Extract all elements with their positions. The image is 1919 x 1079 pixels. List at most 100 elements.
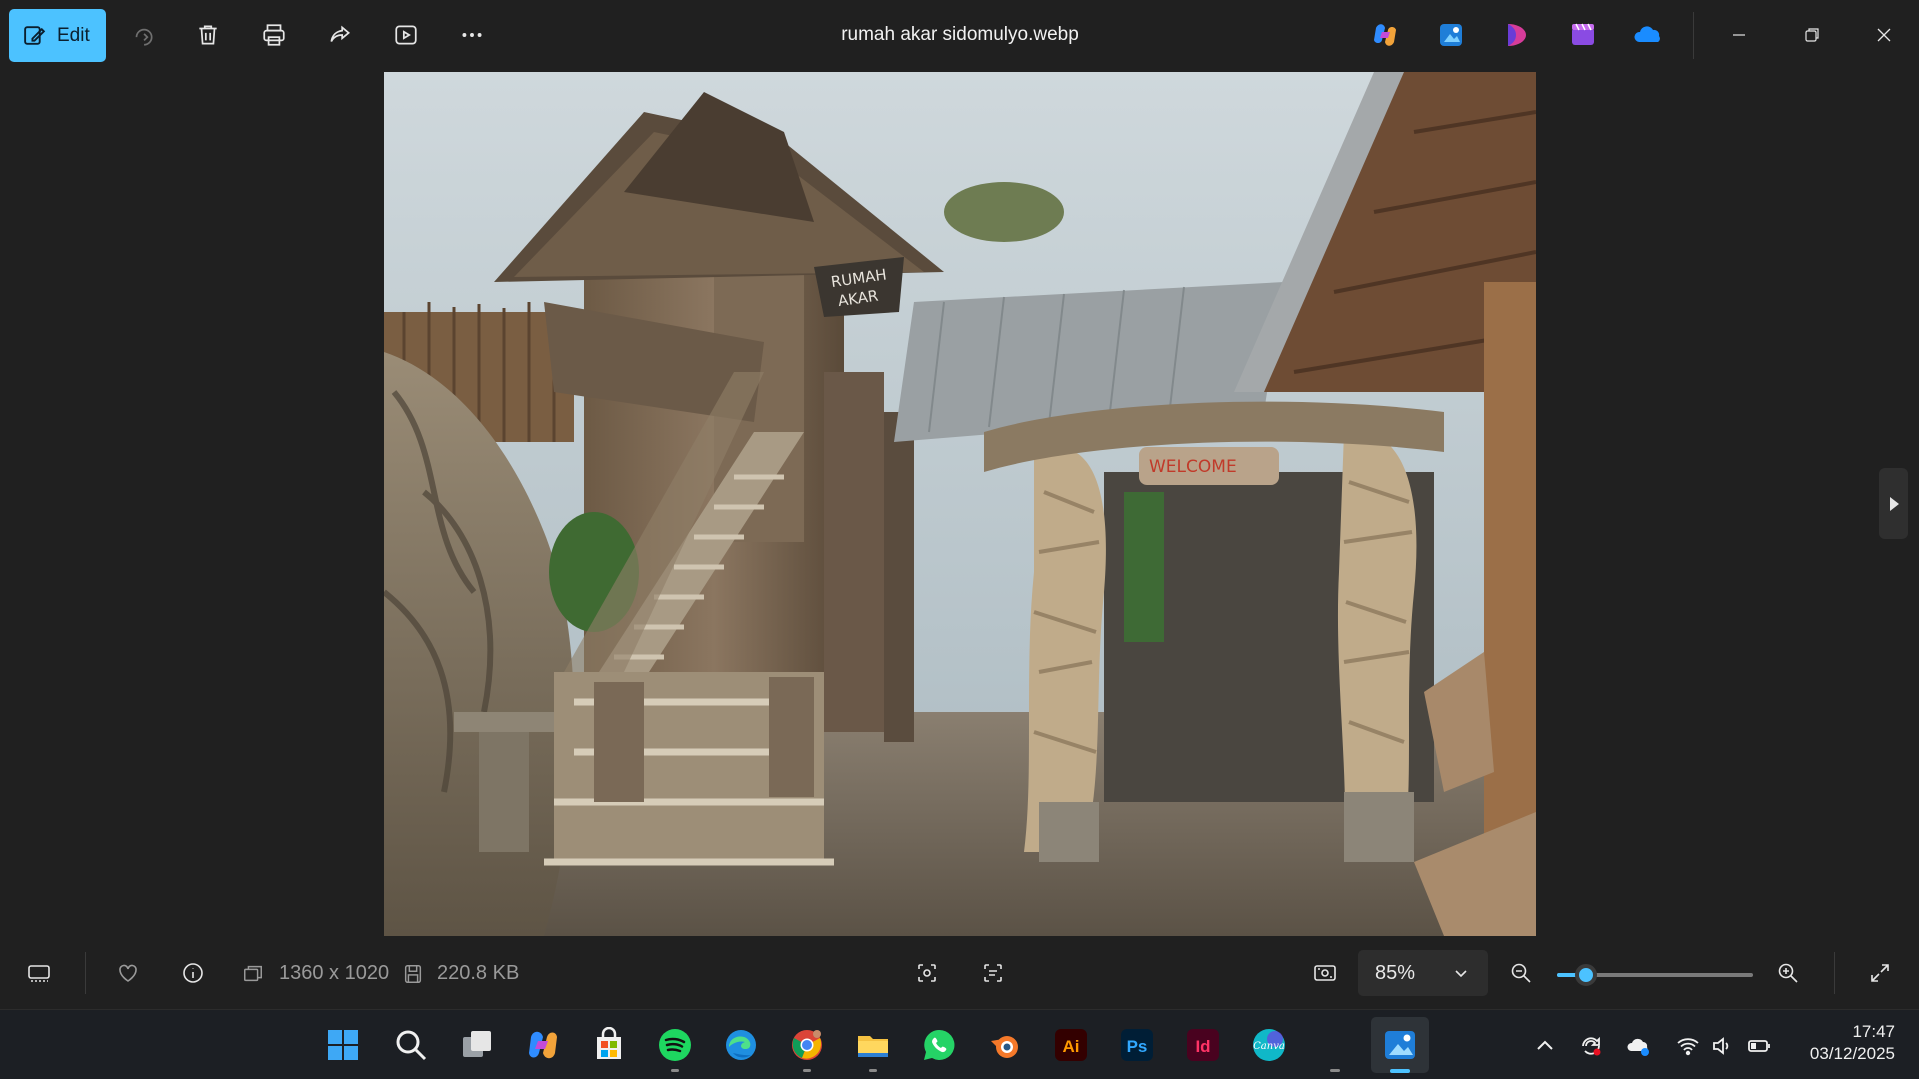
task-view-button[interactable]: [457, 1025, 497, 1065]
filmstrip-icon: [28, 965, 50, 982]
tray-onedrive[interactable]: [1625, 1032, 1653, 1060]
file-explorer-icon: [858, 1036, 888, 1057]
share-icon: [330, 25, 351, 42]
actual-size-button[interactable]: [1307, 955, 1343, 991]
tray-battery[interactable]: [1745, 1032, 1773, 1060]
taskbar-illustrator[interactable]: Ai: [1051, 1025, 1091, 1065]
visual-search-button[interactable]: [909, 955, 945, 991]
file-size: 220.8 KB: [437, 962, 520, 984]
text-scan-button[interactable]: [975, 955, 1011, 991]
show-hidden-icons-button[interactable]: [1531, 1032, 1559, 1060]
info-icon: [183, 963, 203, 983]
dimensions-icon: [244, 965, 262, 982]
close-button[interactable]: [1861, 15, 1907, 55]
zoom-slider-thumb[interactable]: [1575, 964, 1598, 986]
spotify-icon: [659, 1029, 691, 1061]
onedrive-icon[interactable]: [1634, 20, 1664, 50]
taskbar-edge[interactable]: [721, 1025, 761, 1065]
edit-label: Edit: [57, 24, 90, 46]
minimize-icon: [1733, 34, 1745, 36]
minimize-button[interactable]: [1716, 15, 1762, 55]
clock-date: 03/12/2025: [1809, 1044, 1895, 1063]
taskbar-chrome[interactable]: [787, 1025, 827, 1065]
print-icon: [263, 24, 285, 46]
clipchamp-icon[interactable]: [1568, 20, 1598, 50]
windows-start-icon: [328, 1030, 358, 1060]
edit-icon: [24, 26, 46, 45]
visual-search-icon: [918, 964, 936, 982]
taskbar-store[interactable]: [589, 1025, 629, 1065]
tray-sync[interactable]: [1577, 1032, 1605, 1060]
taskbar-spotify[interactable]: [655, 1025, 695, 1065]
slideshow-icon: [395, 25, 417, 45]
taskbar-indesign[interactable]: Id: [1183, 1025, 1223, 1065]
text-scan-icon: [984, 964, 1002, 982]
status-separator: [1834, 952, 1835, 994]
volume-icon: [1713, 1037, 1729, 1055]
share-button[interactable]: [320, 15, 360, 55]
delete-button[interactable]: [188, 15, 228, 55]
taskbar-photoshop[interactable]: Ps: [1117, 1025, 1157, 1065]
fullscreen-icon: [1871, 964, 1889, 982]
zoom-slider[interactable]: [1557, 964, 1753, 986]
chevron-up-icon: [1537, 1040, 1553, 1050]
task-view-icon: [463, 1031, 491, 1057]
chevron-right-icon: [1889, 496, 1899, 511]
taskbar-canva[interactable]: Canva: [1249, 1025, 1289, 1065]
next-image-button[interactable]: [1879, 468, 1908, 539]
taskbar-photos[interactable]: [1380, 1025, 1420, 1065]
zoom-dropdown[interactable]: 85%: [1358, 950, 1488, 996]
filmstrip-button[interactable]: [21, 955, 57, 991]
toolbar-separator: [1693, 12, 1694, 59]
zoom-out-button[interactable]: [1503, 955, 1539, 991]
more-button[interactable]: [452, 15, 492, 55]
taskbar-copilot[interactable]: [523, 1025, 563, 1065]
taskbar-clock[interactable]: 17:47 03/12/2025: [1785, 1021, 1895, 1065]
tray-wifi[interactable]: [1674, 1032, 1702, 1060]
indesign-icon: Id: [1187, 1029, 1219, 1061]
slideshow-button[interactable]: [386, 15, 426, 55]
edit-button[interactable]: Edit: [9, 9, 106, 62]
window-title: rumah akar sidomulyo.webp: [841, 24, 1079, 45]
chrome-icon: [792, 1030, 822, 1060]
taskbar-file-explorer[interactable]: [853, 1025, 893, 1065]
indesign-label: Id: [1195, 1037, 1210, 1056]
fullscreen-button[interactable]: [1862, 955, 1898, 991]
wifi-icon: [1677, 1038, 1699, 1056]
photos-editor-icon[interactable]: [1436, 20, 1466, 50]
tray-volume[interactable]: [1708, 1032, 1736, 1060]
more-icon: [462, 33, 482, 37]
photos-icon: [1385, 1031, 1415, 1059]
zoom-in-button[interactable]: [1770, 955, 1806, 991]
running-indicator: [1330, 1069, 1340, 1072]
photo-rumah-akar[interactable]: RUMAH AKAR WELCOME: [384, 72, 1536, 936]
clock-time: 17:47: [1852, 1022, 1895, 1041]
zoom-value: 85%: [1375, 961, 1416, 984]
restore-icon: [1805, 28, 1819, 42]
illustrator-label: Ai: [1063, 1037, 1080, 1056]
print-button[interactable]: [254, 15, 294, 55]
rotate-button[interactable]: [123, 15, 163, 55]
clipchamp-pink-icon[interactable]: [1502, 20, 1532, 50]
delete-icon: [199, 25, 217, 45]
taskbar-whatsapp[interactable]: [919, 1025, 959, 1065]
onedrive-tray-icon: [1627, 1038, 1649, 1056]
file-info-button[interactable]: [175, 955, 211, 991]
active-indicator: [1390, 1069, 1410, 1073]
favorite-button[interactable]: [110, 955, 146, 991]
battery-icon: [1748, 1040, 1770, 1052]
close-icon: [1877, 28, 1891, 42]
running-indicator: [671, 1069, 679, 1072]
restore-button[interactable]: [1789, 15, 1835, 55]
taskbar-blender[interactable]: [985, 1025, 1025, 1065]
copilot-icon[interactable]: [1370, 20, 1400, 50]
search-icon: [396, 1030, 427, 1061]
running-indicator: [869, 1069, 877, 1072]
canva-icon: Canva: [1253, 1029, 1285, 1061]
status-bar: 1360 x 1020 220.8 KB 85%: [0, 937, 1919, 1009]
search-button[interactable]: [391, 1025, 431, 1065]
sync-icon: [1582, 1036, 1601, 1056]
whatsapp-icon: [924, 1029, 955, 1060]
start-button[interactable]: [323, 1025, 363, 1065]
sign-welcome: WELCOME: [1149, 457, 1237, 477]
